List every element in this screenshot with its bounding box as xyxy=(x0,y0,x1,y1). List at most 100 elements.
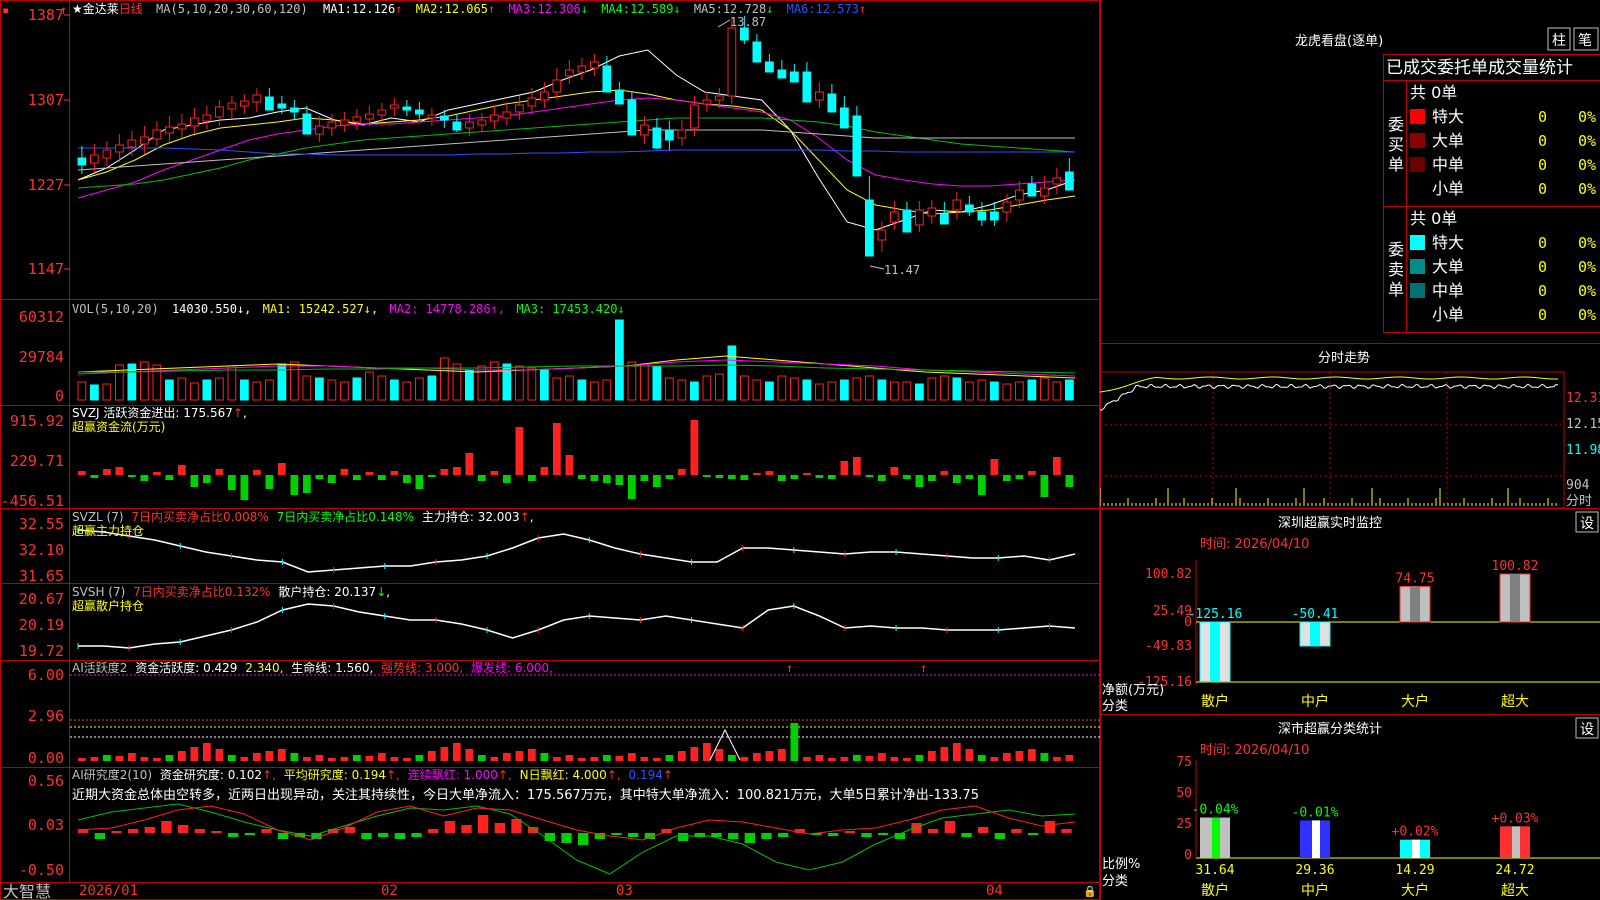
order-pct: 0% xyxy=(1578,180,1596,198)
vol-tick: 0 xyxy=(55,387,64,405)
fund-flow-bar xyxy=(290,475,299,495)
fund-flow-bar xyxy=(540,467,549,475)
svsh-panel[interactable]: 20.67 20.19 19.72 SVSH (7) 7日内买卖净占比0.132… xyxy=(19,584,1076,660)
activity-bar xyxy=(240,757,249,761)
activity-bar xyxy=(903,758,911,761)
volume-bar xyxy=(527,367,537,401)
research-bar xyxy=(994,833,1005,839)
candle-body xyxy=(152,129,162,140)
research-bar xyxy=(428,829,439,833)
activity-bar xyxy=(540,753,549,761)
candle-body xyxy=(877,229,887,241)
fund-flow-bar xyxy=(278,463,286,475)
research-bar xyxy=(261,829,272,833)
ai-active-panel[interactable]: 6.00 2.96 0.00 AI活跃度2 资金活跃度: 0.429 2.340… xyxy=(28,660,1100,767)
ma2-label: MA2: xyxy=(416,2,445,16)
intraday-frame xyxy=(1100,371,1565,509)
classify-bar-shade xyxy=(1312,820,1320,858)
volume-bar xyxy=(427,375,437,401)
activity-bar xyxy=(565,755,574,761)
pen-mode-label[interactable]: 笔 xyxy=(1578,33,1592,49)
activity-bar xyxy=(503,753,511,761)
classify-value: 29.36 xyxy=(1295,863,1334,878)
classify-category: 散户 xyxy=(1201,882,1229,899)
main-chart-area[interactable]: 1387 1307 1227 1147 ▪ ↑ 13.87 11.47 ★金达莱… xyxy=(0,0,1100,900)
candlesticks[interactable] xyxy=(77,16,1074,257)
fund-flow-bar xyxy=(353,475,361,480)
order-size-label: 中单 xyxy=(1432,155,1464,174)
ma1-label: MA1: xyxy=(323,2,352,16)
order-size-swatch xyxy=(1410,283,1425,298)
volume-bar xyxy=(852,377,862,401)
svsh-axis: 20.67 20.19 19.72 xyxy=(19,590,64,660)
volume-bar xyxy=(465,369,474,401)
candle-body xyxy=(427,114,437,119)
classify-bar-shade xyxy=(1212,817,1220,858)
fund-flow-bar xyxy=(553,423,561,475)
volume-bar xyxy=(477,365,487,401)
classify-axis-tick: 0 xyxy=(1184,848,1192,863)
classify-panel[interactable]: 深市超赢分类统计 设 时间: 2026/04/10 75 50 25 0 -0.04% 3… xyxy=(1102,717,1600,899)
volume-bar xyxy=(565,375,574,401)
candle-body xyxy=(990,211,999,221)
activity-bar xyxy=(890,757,899,761)
svzl-tick: 32.10 xyxy=(19,541,64,559)
volume-bar xyxy=(227,365,237,401)
order-pct: 0% xyxy=(1578,282,1596,300)
ma3-value: 12.306 xyxy=(537,2,580,16)
candle-body xyxy=(165,126,174,134)
research-bar xyxy=(878,833,889,835)
fund-flow-bar xyxy=(953,475,961,483)
volume-bar xyxy=(752,379,762,401)
side-panel[interactable]: 龙虎看盘(逐单) 柱 笔 已成交委托单成交量统计 委买单 委卖单 共 0单 共 … xyxy=(1100,0,1600,900)
svzl-tick: 32.55 xyxy=(19,515,64,533)
activity-bar xyxy=(1040,753,1049,761)
svzl-panel[interactable]: 32.55 32.10 31.65 SVZL (7) 7日内买卖净占比0.008… xyxy=(19,509,1076,585)
candle-body xyxy=(490,114,499,122)
fund-flow-bar xyxy=(440,469,449,475)
fund-flow-bar xyxy=(865,475,874,477)
research-bar xyxy=(161,821,172,833)
candle-body xyxy=(677,129,687,139)
high-mark: 13.87 xyxy=(717,15,766,29)
price-panel[interactable]: 1387 1307 1227 1147 ▪ ↑ 13.87 11.47 ★金达莱… xyxy=(2,1,1076,278)
lhb-panel[interactable]: 龙虎看盘(逐单) 柱 笔 已成交委托单成交量统计 委买单 委卖单 共 0单 共 … xyxy=(1295,27,1599,324)
activity-bar xyxy=(778,749,786,761)
candle-body xyxy=(215,106,224,118)
monitor-axis-tick: -49.83 xyxy=(1145,639,1192,654)
ma1-arrow: ↑ xyxy=(395,2,402,16)
fund-flow-bar xyxy=(628,475,636,499)
lhb-tabs[interactable]: 已成交委托单成交量统计 xyxy=(1386,58,1573,78)
ai-active-axis: 6.00 2.96 0.00 xyxy=(28,666,64,767)
candle-body xyxy=(565,69,574,77)
intraday-panel[interactable]: 分时走势 12.31 12.15 11.98 904 分时 xyxy=(1100,350,1600,509)
fund-flow-bar xyxy=(215,469,224,475)
svsh-tick: 19.72 xyxy=(19,642,64,660)
volume-bars xyxy=(77,319,1074,401)
classify-axis-tick: 25 xyxy=(1176,817,1192,832)
classify-axis-tick: 75 xyxy=(1176,755,1192,770)
activity-bar xyxy=(453,743,461,761)
fund-flow-bar xyxy=(915,475,924,487)
monitor-settings-label[interactable]: 设 xyxy=(1580,516,1594,532)
corner-marker-icon[interactable]: ▪ xyxy=(2,3,9,17)
volume-bar xyxy=(402,381,412,401)
volume-panel[interactable]: 60312 29784 0 VOL(5,10,20) 14030.550↓, M… xyxy=(19,302,1076,405)
monitor-panel[interactable]: 深圳超赢实时监控 设 时间: 2026/04/10 100.8225.490-4… xyxy=(1102,511,1600,714)
candle-body xyxy=(865,199,874,257)
classify-settings-label[interactable]: 设 xyxy=(1580,722,1594,738)
bar-mode-label[interactable]: 柱 xyxy=(1552,33,1566,49)
classify-value: 14.29 xyxy=(1395,863,1434,878)
order-size-swatch xyxy=(1410,235,1425,250)
research-bar xyxy=(544,833,555,841)
volume-bar xyxy=(602,379,612,401)
stock-name[interactable]: 金达莱 xyxy=(83,1,119,16)
candle-body xyxy=(915,209,924,226)
ai-research-panel[interactable]: 0.56 0.03 -0.50 AI研究度2(10) 资金研究度: 0.102↑… xyxy=(19,767,1076,879)
activity-bar xyxy=(915,755,924,761)
activity-bar xyxy=(853,755,861,761)
svg-text:分时: 分时 xyxy=(1566,494,1592,509)
fund-flow-bar xyxy=(740,475,749,480)
svzj-panel[interactable]: 915.92 229.71 -456.51 SVZJ 活跃资金进出: 175.5… xyxy=(1,405,1074,510)
period-label[interactable]: 日线 xyxy=(119,2,143,16)
